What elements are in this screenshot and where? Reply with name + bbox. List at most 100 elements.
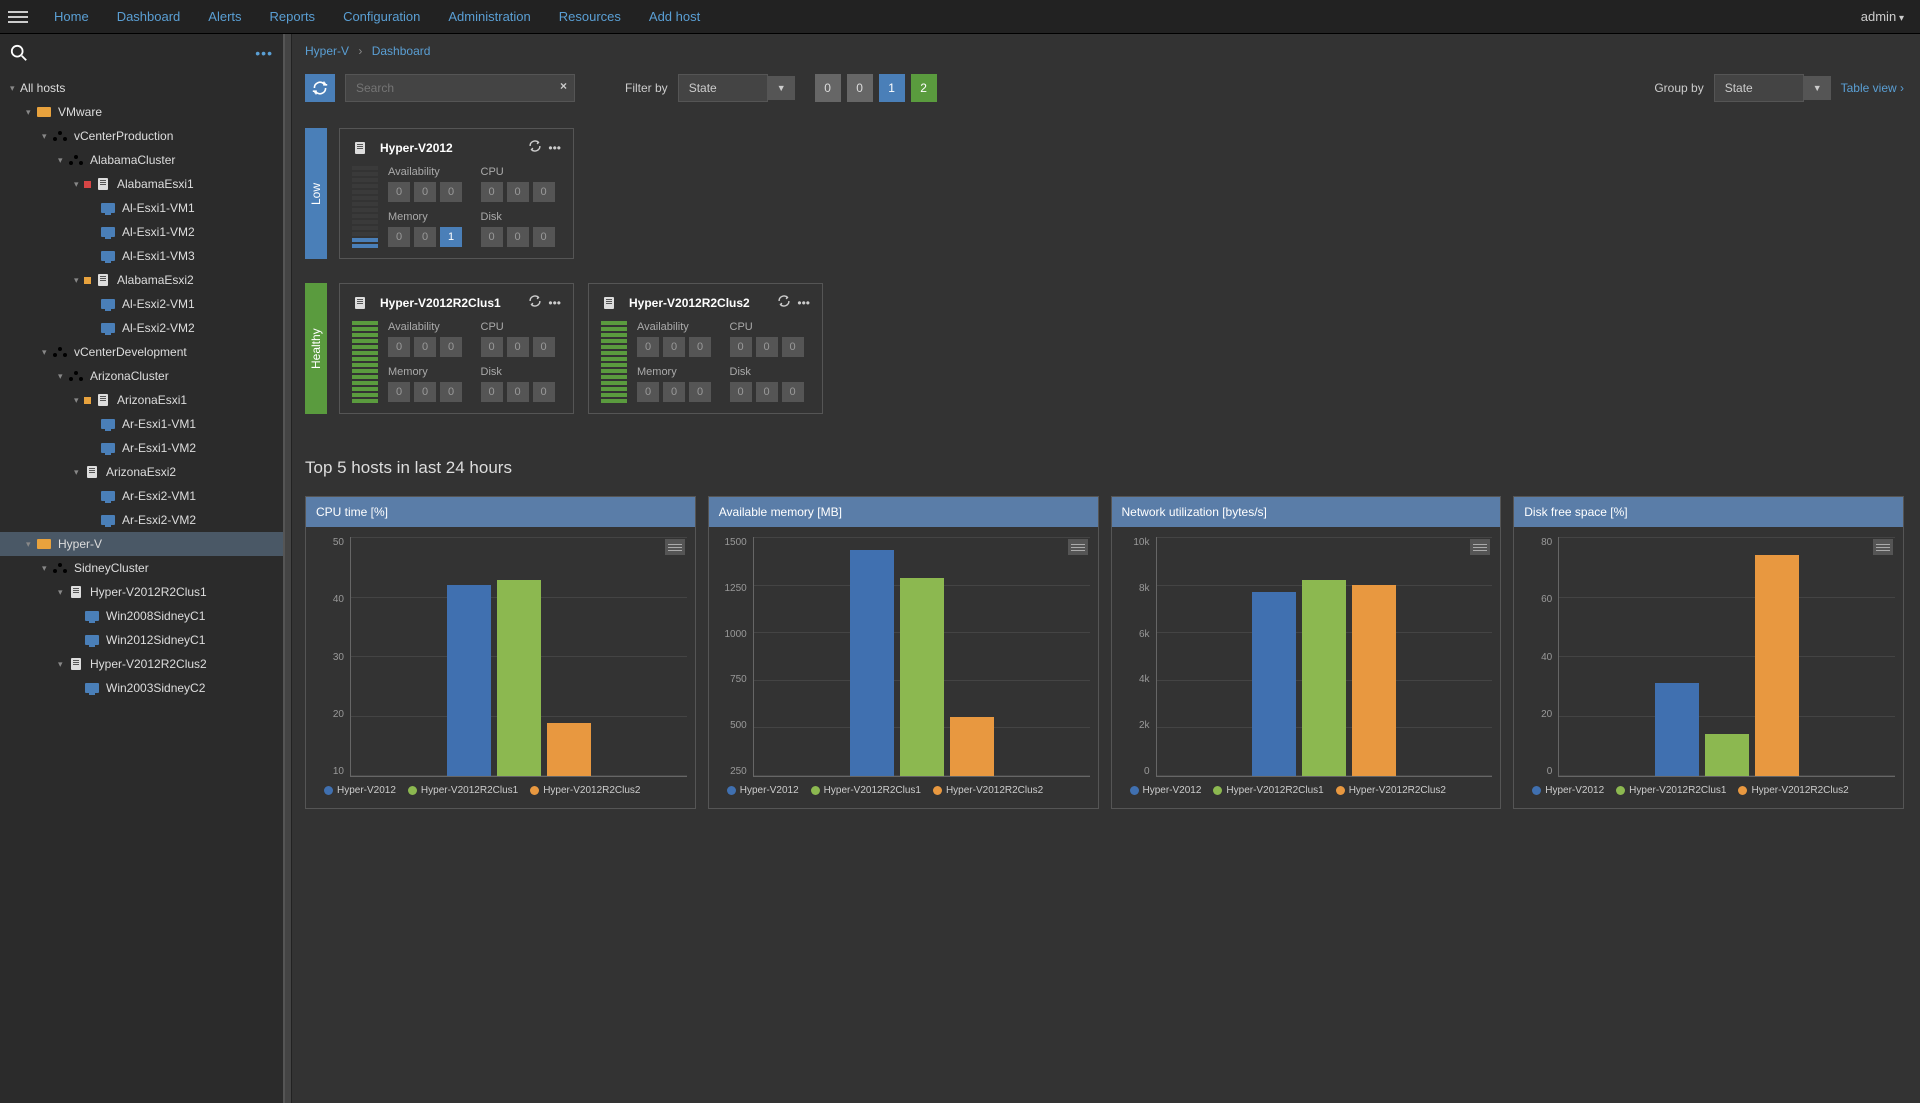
- host-card[interactable]: Hyper-V2012R2Clus1•••Availability000CPU0…: [339, 283, 574, 414]
- table-view-link[interactable]: Table view: [1841, 81, 1904, 95]
- refresh-button[interactable]: [305, 74, 335, 102]
- cluster-icon: [68, 154, 84, 166]
- host-icon: [352, 297, 368, 309]
- tree-item-al-esxi1-vm2[interactable]: Al-Esxi1-VM2: [0, 220, 283, 244]
- caret-icon: ▾: [26, 107, 36, 118]
- tree-item-vcenterproduction[interactable]: ▾vCenterProduction: [0, 124, 283, 148]
- caret-icon: ▾: [58, 155, 68, 166]
- breadcrumb-current[interactable]: Dashboard: [372, 44, 431, 58]
- tree-item-al-esxi1-vm1[interactable]: Al-Esxi1-VM1: [0, 196, 283, 220]
- tree-item-hyper-v2012r2clus2[interactable]: ▾Hyper-V2012R2Clus2: [0, 652, 283, 676]
- card-refresh-icon[interactable]: [777, 294, 791, 311]
- legend-item: Hyper-V2012: [1130, 785, 1202, 796]
- tree-item-alabamaesxi2[interactable]: ▾AlabamaEsxi2: [0, 268, 283, 292]
- group-bar-healthy: Healthy: [305, 283, 327, 414]
- chart-bar: [1352, 585, 1396, 776]
- tree-item-arizonacluster[interactable]: ▾ArizonaCluster: [0, 364, 283, 388]
- level-meter: [352, 166, 378, 248]
- card-more-icon[interactable]: •••: [548, 141, 561, 155]
- chart-bar: [1302, 580, 1346, 776]
- state-badge[interactable]: 0: [847, 74, 873, 102]
- chart-title: Disk free space [%]: [1514, 497, 1903, 527]
- menu-icon[interactable]: [8, 7, 28, 27]
- breadcrumb-root[interactable]: Hyper-V: [305, 44, 349, 58]
- tree-item-sidneycluster[interactable]: ▾SidneyCluster: [0, 556, 283, 580]
- charts-title: Top 5 hosts in last 24 hours: [285, 448, 1920, 488]
- tree-item-al-esxi1-vm3[interactable]: Al-Esxi1-VM3: [0, 244, 283, 268]
- vm-icon: [84, 634, 100, 646]
- state-counts: 0012: [815, 74, 937, 102]
- chart-bar: [497, 580, 541, 776]
- card-refresh-icon[interactable]: [528, 139, 542, 156]
- search-clear-icon[interactable]: ×: [560, 79, 567, 93]
- search-icon[interactable]: [10, 44, 28, 62]
- caret-icon: ▾: [42, 563, 52, 574]
- host-icon: [95, 178, 111, 190]
- card-refresh-icon[interactable]: [528, 294, 542, 311]
- sidebar-more-icon[interactable]: •••: [255, 45, 273, 61]
- nav-add-host[interactable]: Add host: [635, 1, 714, 32]
- cluster-icon: [68, 370, 84, 382]
- user-menu[interactable]: admin: [1853, 9, 1912, 24]
- vm-icon: [100, 514, 116, 526]
- charts-row: CPU time [%]5040302010Hyper-V2012Hyper-V…: [285, 488, 1920, 829]
- host-card[interactable]: Hyper-V2012R2Clus2•••Availability000CPU0…: [588, 283, 823, 414]
- host-icon: [601, 297, 617, 309]
- tree-item-al-esxi2-vm2[interactable]: Al-Esxi2-VM2: [0, 316, 283, 340]
- nav-reports[interactable]: Reports: [256, 1, 330, 32]
- chart: Available memory [MB]1500125010007505002…: [708, 496, 1099, 809]
- chevron-down-icon[interactable]: ▼: [1804, 76, 1831, 100]
- chart-bar: [1705, 734, 1749, 776]
- tree-item-all-hosts[interactable]: ▾All hosts: [0, 76, 283, 100]
- tree-item-ar-esxi1-vm1[interactable]: Ar-Esxi1-VM1: [0, 412, 283, 436]
- chart: Disk free space [%]806040200Hyper-V2012H…: [1513, 496, 1904, 809]
- topbar: HomeDashboardAlertsReportsConfigurationA…: [0, 0, 1920, 34]
- tree-item-ar-esxi2-vm1[interactable]: Ar-Esxi2-VM1: [0, 484, 283, 508]
- state-badge[interactable]: 0: [815, 74, 841, 102]
- tree-item-ar-esxi2-vm2[interactable]: Ar-Esxi2-VM2: [0, 508, 283, 532]
- status-dot: [84, 181, 91, 188]
- state-badge[interactable]: 2: [911, 74, 937, 102]
- tree-item-win2012sidneyc1[interactable]: Win2012SidneyC1: [0, 628, 283, 652]
- caret-icon: ▾: [58, 587, 68, 598]
- legend-item: Hyper-V2012R2Clus2: [530, 785, 640, 796]
- tree-item-alabamaesxi1[interactable]: ▾AlabamaEsxi1: [0, 172, 283, 196]
- host-icon: [95, 274, 111, 286]
- tree-item-vcenterdevelopment[interactable]: ▾vCenterDevelopment: [0, 340, 283, 364]
- vcenter-icon: [52, 346, 68, 358]
- chevron-down-icon[interactable]: ▼: [768, 76, 795, 100]
- nav-configuration[interactable]: Configuration: [329, 1, 434, 32]
- nav-dashboard[interactable]: Dashboard: [103, 1, 195, 32]
- state-badge[interactable]: 1: [879, 74, 905, 102]
- card-more-icon[interactable]: •••: [548, 296, 561, 310]
- tree-item-arizonaesxi2[interactable]: ▾ArizonaEsxi2: [0, 460, 283, 484]
- tree-item-hyper-v[interactable]: ▾Hyper-V: [0, 532, 283, 556]
- tree-item-ar-esxi1-vm2[interactable]: Ar-Esxi1-VM2: [0, 436, 283, 460]
- group-select[interactable]: State ▼: [1714, 74, 1831, 102]
- chart-bar: [850, 550, 894, 776]
- host-icon: [84, 466, 100, 478]
- tree-item-win2003sidneyc2[interactable]: Win2003SidneyC2: [0, 676, 283, 700]
- host-icon: [68, 586, 84, 598]
- search-input[interactable]: [345, 74, 575, 102]
- tree-item-vmware[interactable]: ▾VMware: [0, 100, 283, 124]
- caret-icon: ▾: [74, 275, 84, 286]
- filter-select[interactable]: State ▼: [678, 74, 795, 102]
- nav-home[interactable]: Home: [40, 1, 103, 32]
- vm-icon: [84, 610, 100, 622]
- nav-administration[interactable]: Administration: [434, 1, 544, 32]
- card-more-icon[interactable]: •••: [797, 296, 810, 310]
- content: Hyper-V › Dashboard × Filter by State ▼ …: [285, 34, 1920, 1103]
- tree-item-arizonaesxi1[interactable]: ▾ArizonaEsxi1: [0, 388, 283, 412]
- caret-icon: ▾: [26, 539, 36, 550]
- legend-item: Hyper-V2012R2Clus2: [1336, 785, 1446, 796]
- host-tree: ▾All hosts▾VMware▾vCenterProduction▾Alab…: [0, 72, 283, 1103]
- tree-item-hyper-v2012r2clus1[interactable]: ▾Hyper-V2012R2Clus1: [0, 580, 283, 604]
- nav-alerts[interactable]: Alerts: [194, 1, 255, 32]
- host-card[interactable]: Hyper-V2012•••Availability000CPU000Memor…: [339, 128, 574, 259]
- nav-resources[interactable]: Resources: [545, 1, 635, 32]
- tree-item-al-esxi2-vm1[interactable]: Al-Esxi2-VM1: [0, 292, 283, 316]
- chart-title: CPU time [%]: [306, 497, 695, 527]
- tree-item-win2008sidneyc1[interactable]: Win2008SidneyC1: [0, 604, 283, 628]
- tree-item-alabamacluster[interactable]: ▾AlabamaCluster: [0, 148, 283, 172]
